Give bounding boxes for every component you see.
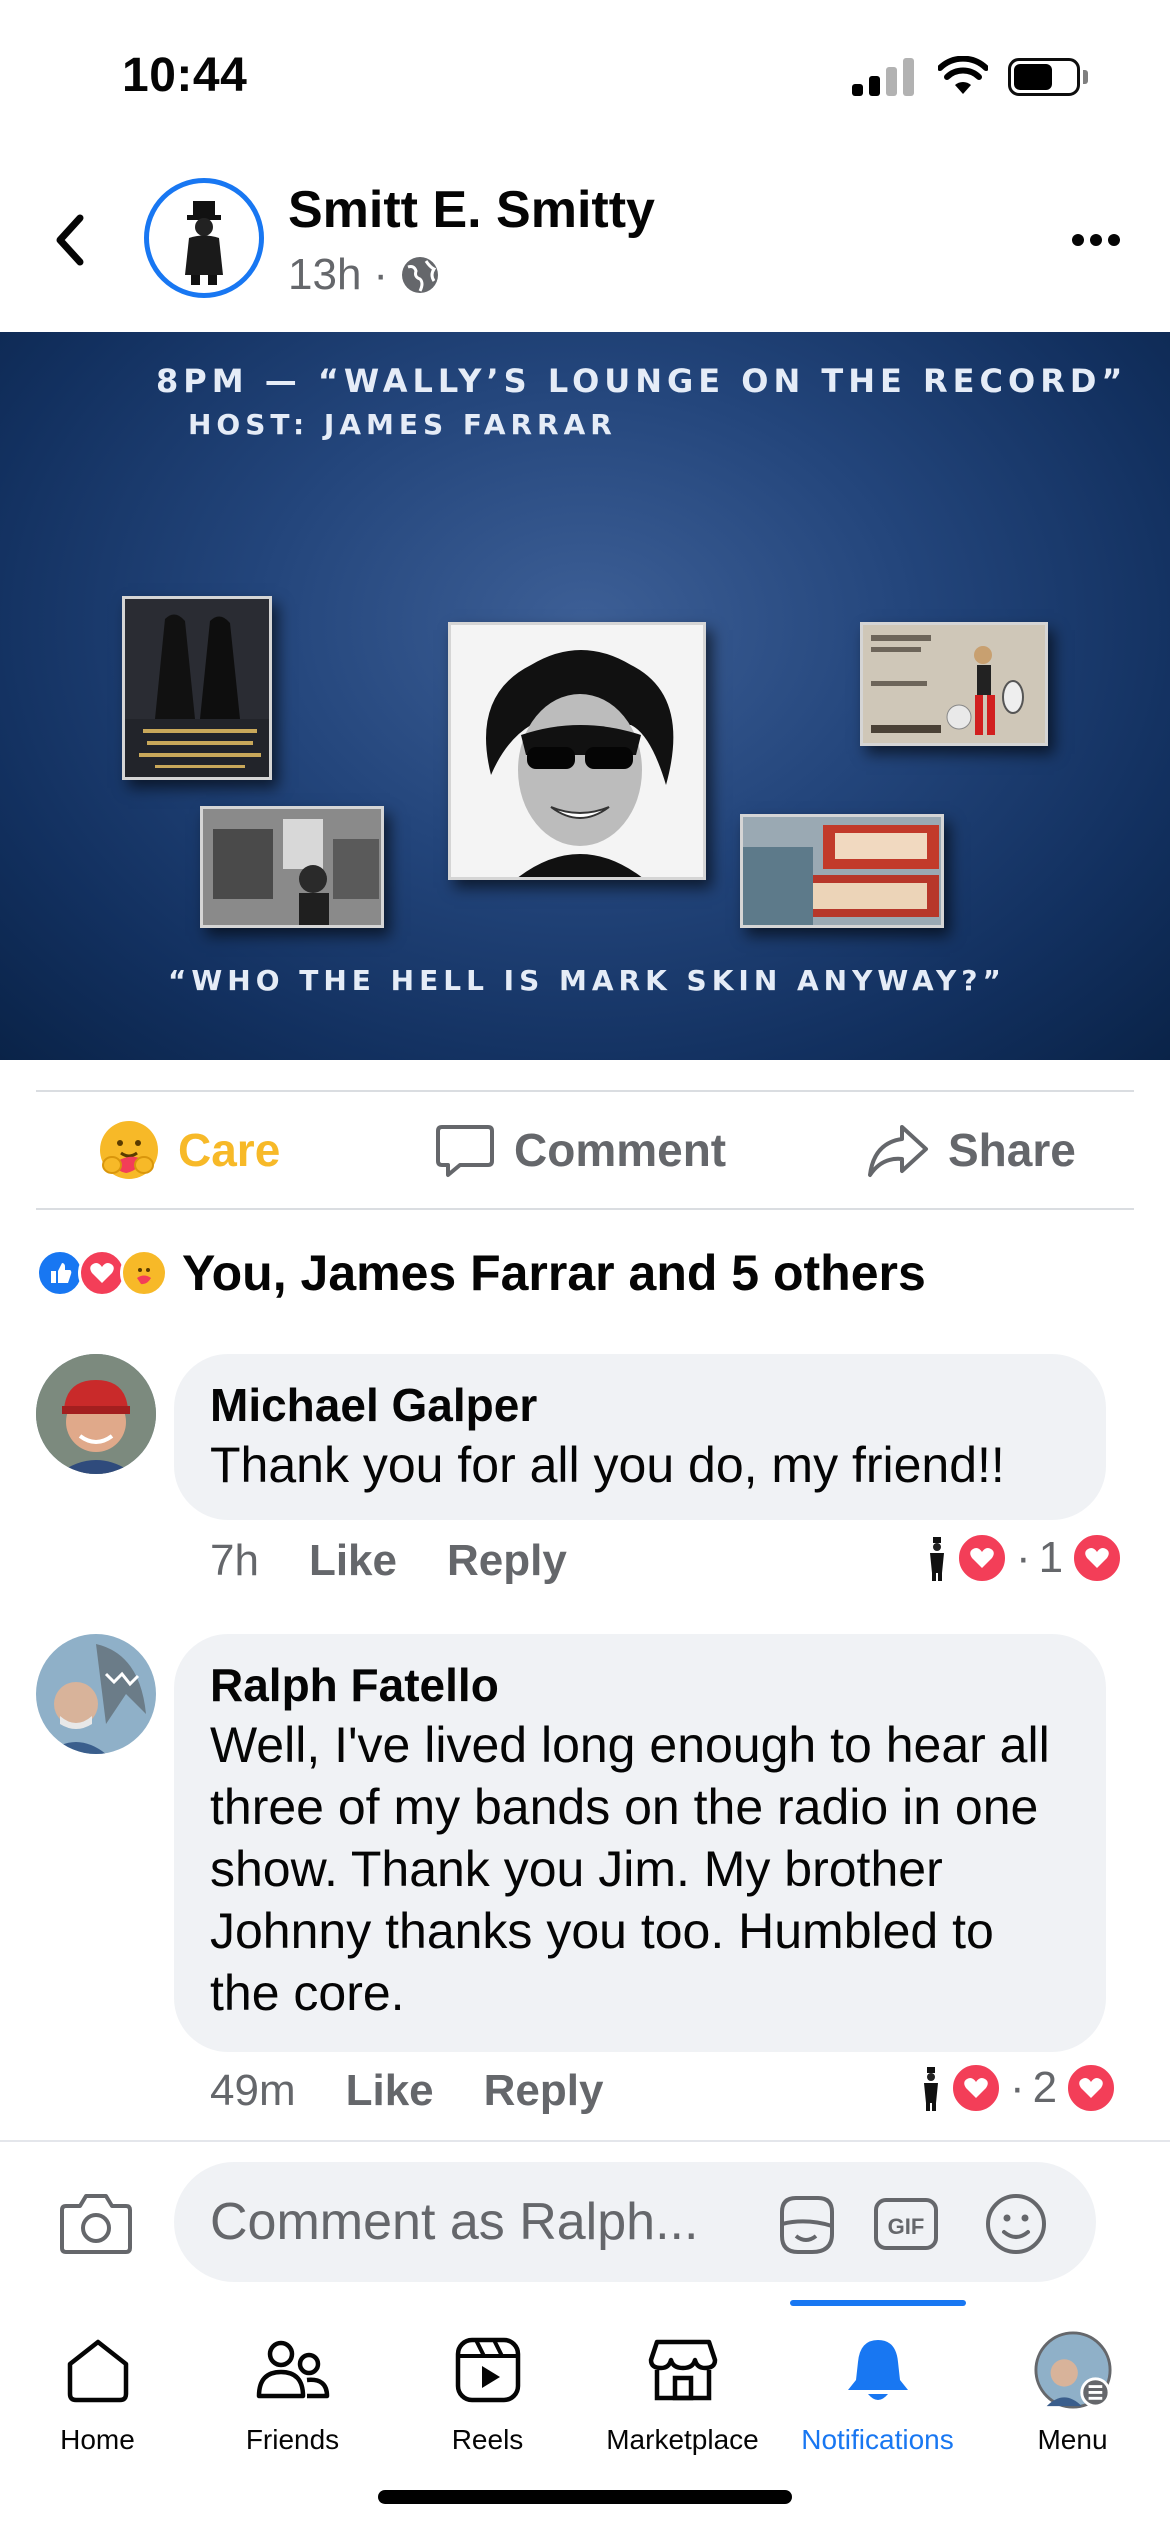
comment-reply-button[interactable]: Reply (484, 2066, 604, 2116)
love-reaction-icon (1065, 2062, 1118, 2114)
marketplace-icon (643, 2330, 723, 2410)
care-reaction-small-icon (120, 1249, 168, 1297)
banner-line-2: HOST: JAMES FARRAR (188, 408, 617, 441)
post-image[interactable]: 8PM — “WALLY’S LOUNGE ON THE RECORD” HOS… (0, 332, 1170, 1060)
comment-meta: 49m Like Reply (210, 2066, 603, 2116)
comment-time: 49m (210, 2066, 296, 2115)
banner-line-3: “WHO THE HELL IS MARK SKIN ANYWAY?” (168, 964, 1006, 997)
camera-icon[interactable] (58, 2190, 134, 2256)
back-arrow-icon[interactable] (48, 210, 92, 270)
reaction-summary[interactable]: You, James Farrar and 5 others (36, 1240, 926, 1306)
friends-icon (253, 2330, 333, 2410)
comment-input-container[interactable]: GIF (174, 2162, 1096, 2282)
cellular-signal-icon (852, 58, 916, 96)
post-time: 13h (288, 250, 362, 299)
photo-wallys-lounge-sign (740, 814, 944, 928)
author-silhouette-icon (930, 1537, 944, 1581)
emoji-icon[interactable] (982, 2190, 1050, 2258)
commenter-avatar[interactable] (36, 1634, 156, 1754)
reaction-separator: · (1010, 2063, 1025, 2112)
author-name[interactable]: Smitt E. Smitty (288, 180, 655, 240)
tab-home[interactable]: Home (0, 2300, 195, 2470)
comment-reply-button[interactable]: Reply (447, 1536, 567, 1586)
comment-like-button[interactable]: Like (346, 2066, 434, 2116)
photo-poster-left (122, 596, 272, 780)
comment-bubble-icon (436, 1125, 494, 1177)
love-reaction-icon (1071, 1532, 1124, 1584)
post-action-bar: Care Comment Share (36, 1090, 1134, 1210)
commenter-name[interactable]: Michael Galper (210, 1376, 1070, 1434)
tab-marketplace[interactable]: Marketplace (585, 2300, 780, 2470)
comment-text: Thank you for all you do, my friend!! (210, 1437, 1005, 1493)
home-indicator[interactable] (378, 2490, 792, 2504)
share-arrow-icon (868, 1125, 928, 1177)
post-header: Smitt E. Smitty 13h · (0, 160, 1170, 332)
comment-button[interactable]: Comment (434, 1092, 726, 1208)
post-meta: 13h · (288, 250, 440, 300)
tab-friends[interactable]: Friends (195, 2300, 390, 2470)
tab-label: Friends (245, 2424, 340, 2455)
comment-like-button[interactable]: Like (309, 1536, 397, 1586)
comment-label: Comment (514, 1124, 727, 1176)
tab-label: Menu (1037, 2424, 1108, 2455)
author-love-icon (956, 1532, 1008, 1584)
status-time: 10:44 (122, 49, 248, 102)
comment-composer: GIF (0, 2140, 1170, 2300)
gif-icon[interactable]: GIF (872, 2190, 940, 2258)
comment-input[interactable] (210, 2188, 770, 2256)
tab-label: Marketplace (606, 2424, 759, 2455)
comment-reaction-count: 1 (1038, 1533, 1064, 1582)
like-reaction-icon (36, 1249, 84, 1297)
author-love-icon (950, 2062, 1002, 2114)
comment-reaction-count: 2 (1032, 2063, 1058, 2112)
profile-avatar-icon (1033, 2330, 1113, 2410)
photo-guitarist-flyer (860, 622, 1048, 746)
bell-icon (838, 2330, 918, 2410)
care-reaction-icon (100, 1121, 158, 1179)
comment-meta: 7h Like Reply (210, 1536, 567, 1586)
more-options-icon[interactable] (1070, 230, 1122, 250)
comment-reactions[interactable]: · 1 (926, 1532, 1124, 1584)
author-silhouette-icon (924, 2067, 938, 2111)
love-reaction-icon (78, 1249, 126, 1297)
commenter-avatar[interactable] (36, 1354, 156, 1474)
author-avatar[interactable] (144, 178, 264, 298)
banner-line-1: 8PM — “WALLY’S LOUNGE ON THE RECORD” (156, 362, 1128, 400)
reels-icon (448, 2330, 528, 2410)
reaction-separator: · (1016, 1533, 1031, 1582)
tab-label: Home (60, 2424, 135, 2455)
tab-menu[interactable]: Menu (975, 2300, 1170, 2470)
comment-text: Well, I've lived long enough to hear all… (210, 1717, 1050, 2021)
tab-label: Reels (451, 2424, 524, 2455)
comment-bubble[interactable]: Ralph Fatello Well, I've lived long enou… (174, 1634, 1106, 2052)
care-label: Care (178, 1124, 281, 1176)
comment-time: 7h (210, 1536, 259, 1585)
avatar-sticker-icon[interactable] (772, 2190, 840, 2258)
svg-text:GIF: GIF (888, 2214, 925, 2239)
wifi-icon (938, 56, 988, 94)
tab-label: Notifications (801, 2424, 954, 2455)
share-label: Share (948, 1124, 1076, 1176)
photo-studio (200, 806, 384, 928)
battery-icon (1008, 58, 1088, 96)
comment-bubble[interactable]: Michael Galper Thank you for all you do,… (174, 1354, 1106, 1520)
commenter-name[interactable]: Ralph Fatello (210, 1656, 1070, 1714)
tab-notifications[interactable]: Notifications (780, 2300, 975, 2470)
status-bar: 10:44 (0, 0, 1170, 150)
globe-icon[interactable] (400, 255, 440, 295)
reaction-summary-text[interactable]: You, James Farrar and 5 others (182, 1244, 926, 1302)
share-button[interactable]: Share (866, 1092, 1076, 1208)
meta-separator: · (373, 250, 389, 299)
care-button[interactable]: Care (98, 1092, 280, 1208)
home-icon (58, 2330, 138, 2410)
tab-reels[interactable]: Reels (390, 2300, 585, 2470)
comment-reactions[interactable]: · 2 (920, 2062, 1118, 2114)
avatar-silhouette-icon (185, 201, 223, 285)
photo-host-portrait (448, 622, 706, 880)
